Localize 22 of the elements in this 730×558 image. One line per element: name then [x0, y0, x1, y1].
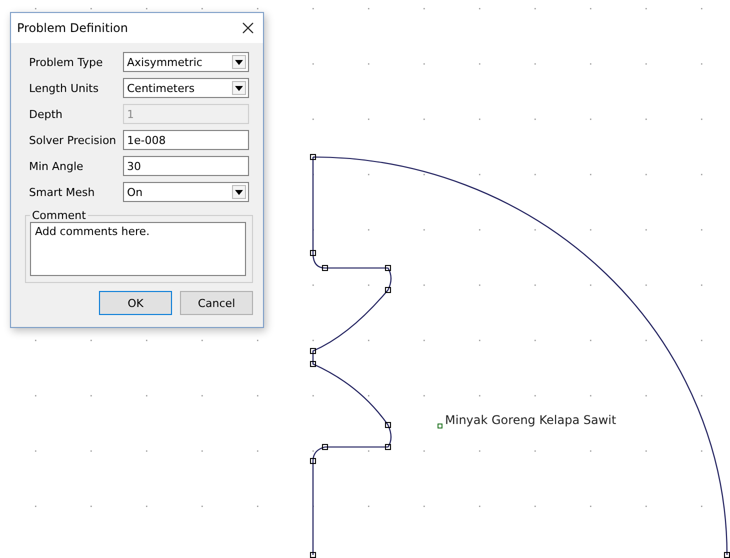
block-label-marker-icon	[438, 424, 442, 428]
input-field[interactable]: 1e-008	[123, 130, 249, 150]
caret-icon	[232, 81, 246, 95]
dropdown[interactable]: Centimeters	[123, 78, 249, 98]
field-label: Depth	[29, 108, 64, 120]
close-icon[interactable]	[241, 21, 255, 35]
group-label: Comment	[31, 209, 87, 222]
field-label: Min Angle	[29, 160, 84, 172]
input-field[interactable]: 30	[123, 156, 249, 176]
caret-icon	[232, 185, 246, 199]
comment-field[interactable]: Add comments here.	[30, 222, 246, 276]
field-label: Smart Mesh	[29, 186, 96, 198]
block-label: Minyak Goreng Kelapa Sawit	[445, 413, 616, 427]
dropdown[interactable]: Axisymmetric	[123, 52, 249, 72]
ok-button[interactable]: OK	[99, 291, 172, 315]
field-label: Problem Type	[29, 56, 104, 68]
dialog-title: Problem Definition	[17, 21, 128, 35]
cancel-button[interactable]: Cancel	[180, 291, 253, 315]
field-label: Solver Precision	[29, 134, 118, 146]
caret-icon	[232, 55, 246, 69]
dropdown[interactable]: On	[123, 182, 249, 202]
field-label: Length Units	[29, 82, 100, 94]
